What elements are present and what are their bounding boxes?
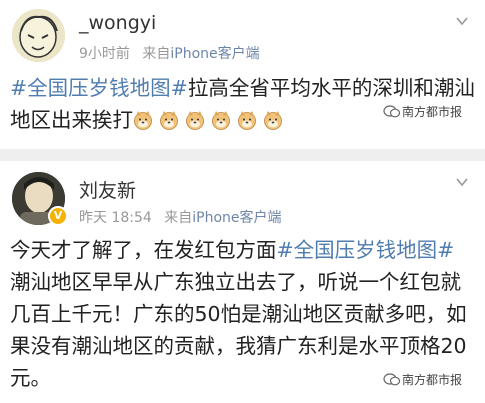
post-source[interactable]: iPhone客户端 [170, 46, 259, 62]
watermark-text: 南方都市报 [402, 373, 463, 387]
doge-emoji-icon [212, 111, 230, 130]
post-source[interactable]: iPhone客户端 [192, 210, 281, 226]
chevron-down-icon[interactable] [455, 175, 469, 189]
watermark: 南方都市报 [383, 371, 462, 388]
hashtag-link[interactable]: #全国压岁钱地图# [277, 238, 455, 262]
hashtag-link[interactable]: #全国压岁钱地图# [10, 76, 188, 100]
username[interactable]: _wongyi [79, 12, 156, 34]
post-text: 今天才了解了，在发红包方面#全国压岁钱地图# 潮汕地区早早从广东独立出去了，听说… [10, 234, 480, 394]
post-meta: 9小时前 来自iPhone客户端 [79, 43, 260, 63]
weibo-post-1: _wongyi 9小时前 来自iPhone客户端 #全国压岁钱地图#拉高全省平均… [0, 0, 485, 149]
post-time: 昨天 18:54 [79, 210, 152, 226]
watermark: 南方都市报 [383, 103, 462, 120]
post-meta: 昨天 18:54 来自iPhone客户端 [79, 207, 282, 227]
chevron-down-icon[interactable] [455, 14, 469, 28]
wechat-icon [383, 373, 400, 386]
wechat-icon [383, 105, 400, 118]
source-prefix: 来自 [164, 210, 193, 226]
doge-emoji-icon [160, 111, 178, 130]
emoji-row [133, 108, 289, 132]
post-lead: 今天才了解了，在发红包方面 [10, 238, 277, 262]
watermark-text: 南方都市报 [402, 105, 463, 119]
verified-badge: V [48, 206, 68, 226]
source-prefix: 来自 [142, 46, 171, 62]
username[interactable]: 刘友新 [79, 176, 136, 203]
post-divider [0, 149, 485, 161]
doge-emoji-icon [186, 111, 204, 130]
post-time: 9小时前 [79, 46, 130, 62]
doge-emoji-icon [264, 111, 282, 130]
cartoon-face-icon [12, 9, 65, 62]
avatar[interactable] [12, 9, 65, 62]
doge-emoji-icon [134, 111, 152, 130]
doge-emoji-icon [238, 111, 256, 130]
